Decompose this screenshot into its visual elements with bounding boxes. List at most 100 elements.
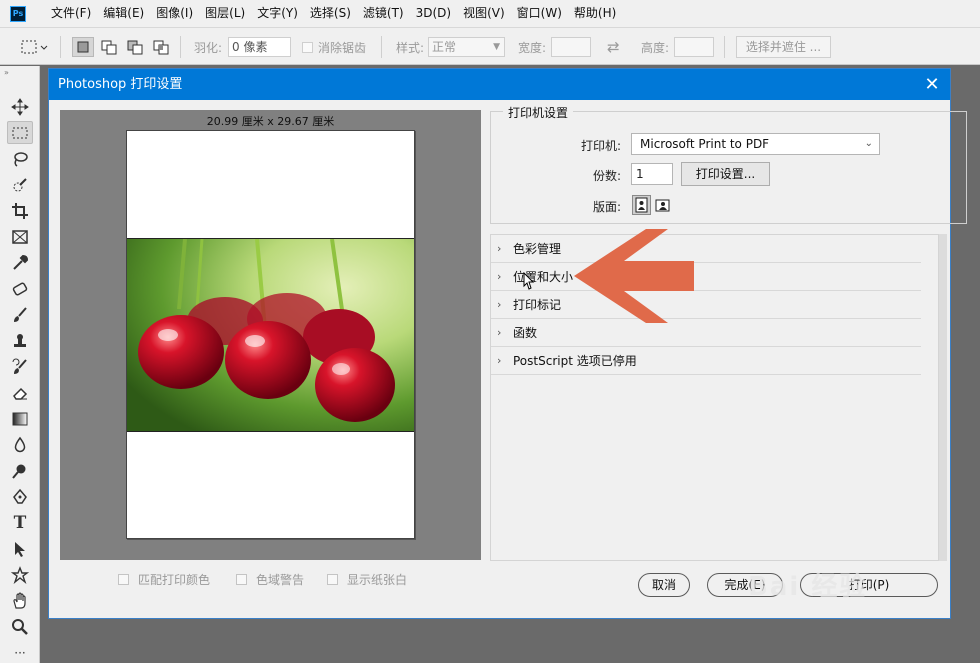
feather-input[interactable]: 0 像素 bbox=[228, 37, 291, 57]
close-icon[interactable]: ✕ bbox=[922, 69, 942, 100]
intersect-selection-icon[interactable] bbox=[150, 37, 172, 57]
section-printing-marks[interactable]: › 打印标记 bbox=[491, 291, 921, 319]
section-label: 位置和大小 bbox=[513, 270, 574, 284]
height-input[interactable] bbox=[674, 37, 714, 57]
printer-select[interactable]: Microsoft Print to PDF ⌄ bbox=[631, 133, 880, 155]
show-paper-white-checkbox[interactable] bbox=[327, 573, 338, 585]
preview-image[interactable] bbox=[127, 238, 414, 432]
section-functions[interactable]: › 函数 bbox=[491, 319, 921, 347]
annotation-arrow-icon bbox=[574, 229, 696, 326]
style-select[interactable]: 正常 ▼ bbox=[428, 37, 505, 57]
gradient-tool-icon[interactable] bbox=[7, 407, 33, 430]
menu-select[interactable]: 选择(S) bbox=[304, 0, 357, 27]
style-label: 样式: bbox=[396, 40, 425, 55]
photoshop-logo-icon: Ps bbox=[10, 5, 26, 22]
feather-label: 羽化: bbox=[194, 40, 223, 55]
quick-selection-tool-icon[interactable] bbox=[7, 173, 33, 196]
width-input[interactable] bbox=[551, 37, 591, 57]
mouse-pointer-icon bbox=[523, 271, 535, 293]
more-tools-icon[interactable]: ··· bbox=[7, 641, 33, 663]
cancel-button[interactable]: 取消 bbox=[638, 573, 690, 597]
printer-settings-title: 打印机设置 bbox=[503, 104, 574, 121]
menu-3d[interactable]: 3D(D) bbox=[410, 0, 457, 27]
type-tool-icon[interactable]: T bbox=[7, 511, 33, 534]
new-selection-icon[interactable] bbox=[72, 37, 94, 57]
antialias-checkbox[interactable] bbox=[302, 42, 313, 53]
blur-tool-icon[interactable] bbox=[7, 433, 33, 456]
eraser-tool-icon[interactable] bbox=[7, 381, 33, 404]
antialias-label: 消除锯齿 bbox=[318, 40, 367, 55]
landscape-orientation-icon[interactable] bbox=[653, 195, 672, 215]
marquee-preset-icon[interactable] bbox=[20, 28, 48, 66]
print-preview: 20.99 厘米 x 29.67 厘米 bbox=[60, 110, 481, 560]
chevron-right-icon: › bbox=[497, 298, 502, 311]
rectangular-marquee-tool-icon[interactable] bbox=[7, 121, 33, 144]
chevron-right-icon: › bbox=[497, 270, 502, 283]
menu-type[interactable]: 文字(Y) bbox=[251, 0, 304, 27]
section-postscript-options[interactable]: › PostScript 选项已停用 bbox=[491, 347, 921, 375]
menu-file[interactable]: 文件(F) bbox=[45, 0, 97, 27]
section-color-management[interactable]: › 色彩管理 bbox=[491, 235, 921, 263]
gamut-warning-checkbox[interactable] bbox=[236, 573, 247, 585]
printer-settings-group: 打印机设置 打印机: Microsoft Print to PDF ⌄ 份数: … bbox=[490, 104, 967, 224]
swap-icon[interactable]: ⇄ bbox=[607, 28, 620, 66]
watermark: Bai 经验 bbox=[748, 572, 868, 602]
move-tool-icon[interactable] bbox=[7, 95, 33, 118]
chevron-down-icon: ⌄ bbox=[864, 138, 873, 149]
lasso-tool-icon[interactable] bbox=[7, 147, 33, 170]
menu-layer[interactable]: 图层(L) bbox=[199, 0, 251, 27]
chevron-right-icon: › bbox=[497, 242, 502, 255]
chevron-down-icon: ▼ bbox=[493, 42, 500, 52]
options-bar: 羽化: 0 像素 消除锯齿 样式: 正常 ▼ 宽度: ⇄ 高度: 选择并遮住 ..… bbox=[0, 27, 980, 65]
tools-panel: » T ··· bbox=[0, 66, 40, 663]
menu-view[interactable]: 视图(V) bbox=[457, 0, 511, 27]
paper-sheet bbox=[126, 130, 415, 539]
chevron-right-icon: › bbox=[497, 354, 502, 367]
section-label: 打印标记 bbox=[513, 298, 562, 312]
custom-shape-tool-icon[interactable] bbox=[7, 563, 33, 586]
chevron-right-icon: › bbox=[497, 326, 502, 339]
copies-input[interactable]: 1 bbox=[631, 163, 673, 185]
panel-scrollbar[interactable] bbox=[939, 234, 947, 561]
history-brush-tool-icon[interactable] bbox=[7, 355, 33, 378]
dialog-titlebar: Photoshop 打印设置 ✕ bbox=[49, 69, 950, 100]
show-paper-white-option[interactable]: 显示纸张白 bbox=[327, 571, 407, 587]
menu-help[interactable]: 帮助(H) bbox=[568, 0, 622, 27]
match-print-colors-checkbox[interactable] bbox=[118, 573, 129, 585]
menu-image[interactable]: 图像(I) bbox=[150, 0, 199, 27]
height-label: 高度: bbox=[641, 40, 670, 55]
width-label: 宽度: bbox=[518, 40, 547, 55]
eyedropper-tool-icon[interactable] bbox=[7, 251, 33, 274]
spot-healing-tool-icon[interactable] bbox=[7, 277, 33, 300]
menu-edit[interactable]: 编辑(E) bbox=[97, 0, 150, 27]
paper-size-label: 20.99 厘米 x 29.67 厘米 bbox=[206, 115, 335, 128]
crop-tool-icon[interactable] bbox=[7, 199, 33, 222]
section-label: 色彩管理 bbox=[513, 242, 562, 256]
match-print-colors-option[interactable]: 匹配打印颜色 bbox=[118, 571, 210, 587]
clone-stamp-tool-icon[interactable] bbox=[7, 329, 33, 352]
dialog-title: Photoshop 打印设置 bbox=[58, 77, 183, 92]
panel-collapse-icon[interactable]: » bbox=[4, 68, 10, 77]
add-selection-icon[interactable] bbox=[98, 37, 120, 57]
hand-tool-icon[interactable] bbox=[7, 589, 33, 612]
menu-window[interactable]: 窗口(W) bbox=[511, 0, 568, 27]
pen-tool-icon[interactable] bbox=[7, 485, 33, 508]
dodge-tool-icon[interactable] bbox=[7, 459, 33, 482]
frame-tool-icon[interactable] bbox=[7, 225, 33, 248]
gamut-warning-label: 色域警告 bbox=[256, 572, 305, 587]
settings-sections-panel: › 色彩管理 › 位置和大小 › 打印标记 › 函数 › PostScript 选项已停用 bbox=[490, 234, 939, 561]
select-and-mask-button[interactable]: 选择并遮住 ... bbox=[736, 36, 831, 58]
brush-tool-icon[interactable] bbox=[7, 303, 33, 326]
match-print-colors-label: 匹配打印颜色 bbox=[138, 572, 211, 587]
portrait-orientation-icon[interactable] bbox=[632, 195, 651, 215]
layout-label: 版面: bbox=[592, 200, 621, 214]
path-selection-tool-icon[interactable] bbox=[7, 537, 33, 560]
zoom-tool-icon[interactable] bbox=[7, 615, 33, 638]
section-label: 函数 bbox=[513, 326, 538, 340]
printer-value: Microsoft Print to PDF bbox=[640, 137, 770, 151]
print-settings-button[interactable]: 打印设置... bbox=[681, 162, 770, 186]
gamut-warning-option[interactable]: 色域警告 bbox=[236, 571, 304, 587]
subtract-selection-icon[interactable] bbox=[124, 37, 146, 57]
menu-filter[interactable]: 滤镜(T) bbox=[357, 0, 410, 27]
section-position-and-size[interactable]: › 位置和大小 bbox=[491, 263, 921, 291]
